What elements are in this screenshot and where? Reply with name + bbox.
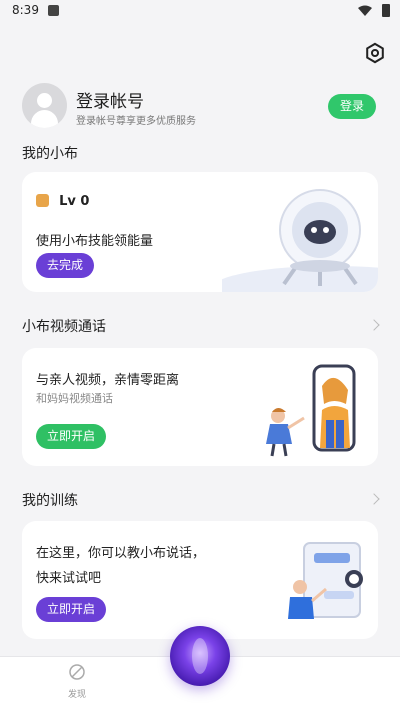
training-text-line1: 在这里，你可以教小布说话，: [36, 546, 206, 561]
video-call-start-button[interactable]: 立即开启: [36, 424, 106, 449]
status-bar: 8:39: [0, 0, 400, 22]
settings-gear-icon[interactable]: [364, 42, 386, 64]
my-xiaobu-card[interactable]: Lv 0 使用小布技能领能量 去完成: [22, 172, 378, 292]
section-title-my-xiaobu: 我的小布: [22, 146, 78, 162]
training-card[interactable]: 在这里，你可以教小布说话， 快来试试吧 立即开启: [22, 521, 378, 639]
my-xiaobu-text: 使用小布技能领能量: [36, 234, 154, 249]
login-subtitle: 登录帐号尊享更多优质服务: [76, 116, 196, 127]
login-button[interactable]: 登录: [328, 94, 376, 119]
video-call-card[interactable]: 与亲人视频，亲情零距离 和妈妈视频通话 立即开启: [22, 348, 378, 466]
tab-discover-label: 发现: [67, 690, 86, 700]
complete-task-button[interactable]: 去完成: [36, 253, 94, 278]
video-call-subtext: 和妈妈视频通话: [36, 392, 113, 405]
discover-icon: [69, 664, 85, 680]
section-title-training[interactable]: 我的训练: [22, 490, 78, 510]
video-call-text: 与亲人视频，亲情零距离: [36, 373, 180, 388]
wifi-icon: [358, 5, 372, 16]
section-title-video-call[interactable]: 小布视频通话: [22, 316, 106, 336]
tab-discover[interactable]: 发现: [62, 663, 92, 700]
level-text: Lv 0: [59, 194, 90, 209]
level-badge-icon: [36, 194, 49, 207]
video-call-illustration: [266, 364, 356, 457]
robot-illustration: [222, 189, 378, 292]
battery-icon: [382, 4, 390, 17]
video-call-chevron-icon[interactable]: [368, 319, 380, 331]
notification-icon: [48, 5, 59, 16]
training-illustration: [288, 542, 363, 619]
login-title[interactable]: 登录帐号: [76, 87, 144, 112]
training-chevron-icon[interactable]: [368, 493, 380, 505]
level-row: Lv 0: [36, 190, 89, 209]
avatar[interactable]: [22, 83, 67, 128]
profile-header[interactable]: 登录帐号 登录帐号尊享更多优质服务 登录: [22, 83, 382, 133]
voice-assistant-orb-button[interactable]: [170, 626, 230, 686]
training-start-button[interactable]: 立即开启: [36, 597, 106, 622]
training-text-line2: 快来试试吧: [36, 571, 102, 586]
status-time: 8:39: [12, 3, 39, 17]
